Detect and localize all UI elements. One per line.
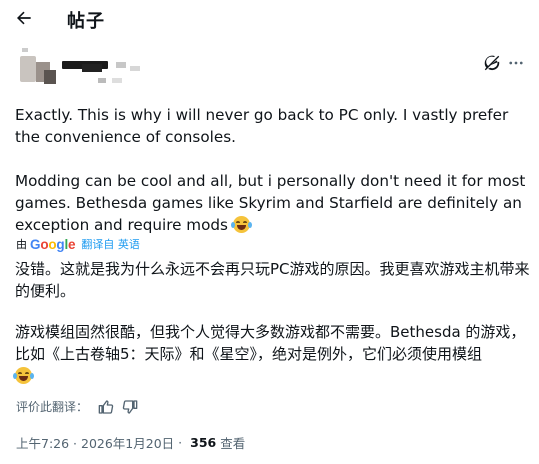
post-text-paragraph-1: Exactly. This is why i will never go bac… <box>15 106 509 146</box>
grok-icon[interactable] <box>483 54 501 72</box>
page-title: 帖子 <box>67 11 105 32</box>
google-logo: Google <box>30 236 76 252</box>
thumbs-up-icon[interactable] <box>98 399 114 415</box>
view-count: 356 <box>190 435 217 450</box>
thumbs-down-icon[interactable] <box>122 399 138 415</box>
separator: · <box>178 435 183 450</box>
tears-of-joy-emoji-icon <box>230 216 252 233</box>
translation-attribution: 由 Google 翻译自 英语 <box>16 236 140 252</box>
translated-by-label: 由 <box>16 238 27 251</box>
translated-paragraph-1: 没错。这就是我为什么永远不会再只玩PC游戏的原因。我更喜欢游戏主机带来的便利。 <box>15 260 530 300</box>
more-options-icon[interactable] <box>507 54 525 72</box>
rate-translation-label: 评价此翻译： <box>16 400 89 414</box>
rate-translation: 评价此翻译： <box>16 398 138 415</box>
top-bar: 帖子 <box>0 0 539 38</box>
author-info-blurred[interactable] <box>16 48 176 88</box>
back-arrow-icon[interactable] <box>13 7 35 29</box>
avatar[interactable] <box>20 56 36 82</box>
post-text-paragraph-2: Modding can be cool and all, but i perso… <box>15 172 526 234</box>
translated-paragraph-2: 游戏模组固然很酷，但我个人觉得大多数游戏都不需要。Bethesda 的游戏，比如… <box>13 321 535 387</box>
views-label: 查看 <box>220 436 246 451</box>
handle-blurred <box>98 78 106 83</box>
tears-of-joy-emoji-icon <box>13 367 34 384</box>
post-timestamp[interactable]: 上午7:26 · 2026年1月20日 <box>16 433 174 452</box>
translated-from-link[interactable]: 翻译自 英语 <box>81 236 140 252</box>
post-metadata: 上午7:26 · 2026年1月20日 · 356 查看 <box>16 433 245 452</box>
